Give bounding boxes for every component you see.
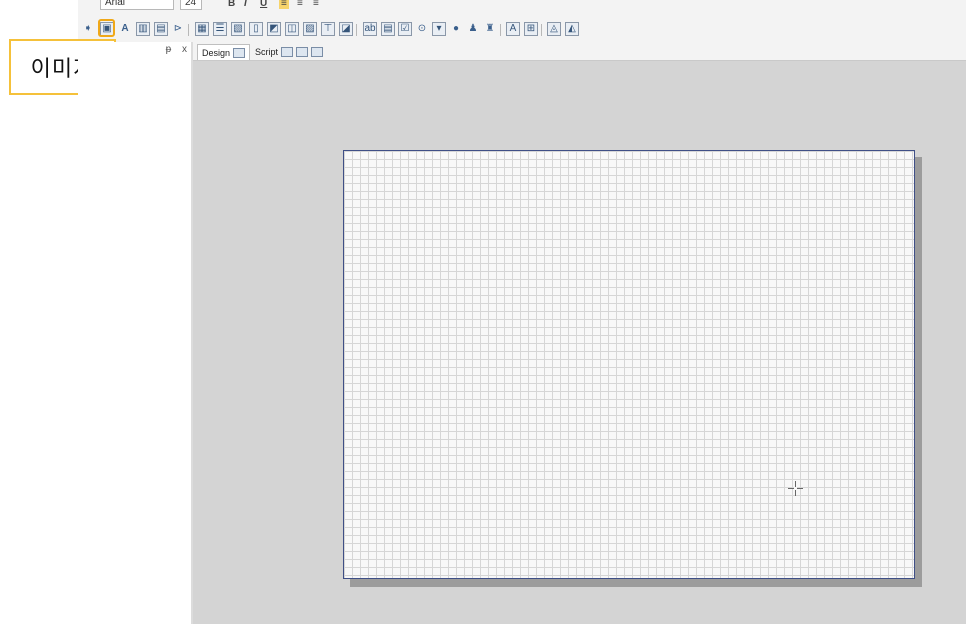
sheet-icon[interactable]: ▨ — [303, 22, 317, 36]
list-icon[interactable]: ☰ — [213, 22, 227, 36]
panel-controls: ᵽ x — [158, 44, 187, 55]
subreport-icon[interactable]: ◭ — [565, 22, 579, 36]
group-icon[interactable]: ♜ — [483, 22, 497, 36]
close-icon[interactable]: x — [182, 44, 187, 55]
editor-tabbar: Design Script — [193, 42, 966, 61]
tools-toolbar: ➧ ▣ A ▥ ▤ ⊳ ▦ ☰ ▧ ▯ ◩ ◫ ▨ ⊤ ◪ ab ▤ ☑ ⊙ ▾… — [78, 19, 966, 42]
person-icon[interactable]: ♟ — [466, 22, 480, 36]
earth-icon[interactable]: ● — [449, 22, 463, 36]
underline-button[interactable]: U — [260, 0, 267, 9]
grid-icon[interactable]: ⊞ — [524, 22, 538, 36]
toolbar-separator — [188, 24, 189, 36]
report-icon[interactable]: ▦ — [195, 22, 209, 36]
font-size-select[interactable]: 24 — [180, 0, 202, 10]
layout-icon — [311, 47, 324, 57]
label-icon[interactable]: ab — [363, 22, 377, 36]
align-center-button[interactable]: ≡ — [297, 0, 303, 9]
align-right-button[interactable]: ≡ — [313, 0, 319, 9]
chart-icon[interactable]: ▤ — [154, 22, 168, 36]
combo-icon[interactable]: ▾ — [432, 22, 446, 36]
toolbar-separator — [500, 24, 501, 36]
check-image-icon[interactable]: ▧ — [231, 22, 245, 36]
radio-icon[interactable]: ⊙ — [415, 22, 429, 36]
italic-button[interactable]: I — [244, 0, 247, 9]
image-tool-highlight — [98, 19, 115, 37]
crosshair-cursor-icon — [788, 481, 803, 496]
data-icon[interactable]: ◪ — [339, 22, 353, 36]
filter-icon[interactable]: ⊤ — [321, 22, 335, 36]
pin-icon[interactable]: ᵽ — [166, 44, 172, 55]
bold-button[interactable]: B — [228, 0, 235, 9]
tab-design[interactable]: Design — [197, 44, 251, 60]
save-icon — [296, 47, 309, 57]
toolbar-separator — [356, 24, 357, 36]
map-icon[interactable]: ◬ — [547, 22, 561, 36]
frame-icon[interactable]: A — [506, 22, 520, 36]
font-name-select[interactable]: Arial — [100, 0, 174, 10]
tab-script[interactable]: Script — [251, 44, 327, 60]
split-icon[interactable]: ▯ — [249, 22, 263, 36]
design-view-icon — [233, 47, 246, 58]
toolbar-area: Arial 24 B I U ≡ ≡ ≡ ➧ ▣ A ▥ ▤ ⊳ ▦ ☰ ▧ ▯… — [78, 0, 966, 42]
tab-script-label: Script — [255, 47, 279, 57]
globe-icon[interactable]: ◩ — [267, 22, 281, 36]
line-icon[interactable]: ⊳ — [171, 22, 185, 36]
left-panel: ᵽ x — [78, 42, 191, 624]
text-icon[interactable]: A — [118, 22, 132, 36]
field-icon[interactable]: ▤ — [381, 22, 395, 36]
toolbar-separator — [541, 24, 542, 36]
barcode-icon[interactable]: ▥ — [136, 22, 150, 36]
pointer-icon[interactable]: ➧ — [81, 22, 95, 36]
align-left-button[interactable]: ≡ — [279, 0, 289, 9]
tab-design-label: Design — [202, 47, 231, 58]
report-canvas[interactable] — [343, 150, 915, 579]
script-preview-icon — [281, 47, 294, 57]
box-icon[interactable]: ◫ — [285, 22, 299, 36]
checkbox-icon[interactable]: ☑ — [398, 22, 412, 36]
format-toolbar: Arial 24 B I U ≡ ≡ ≡ — [78, 0, 966, 14]
